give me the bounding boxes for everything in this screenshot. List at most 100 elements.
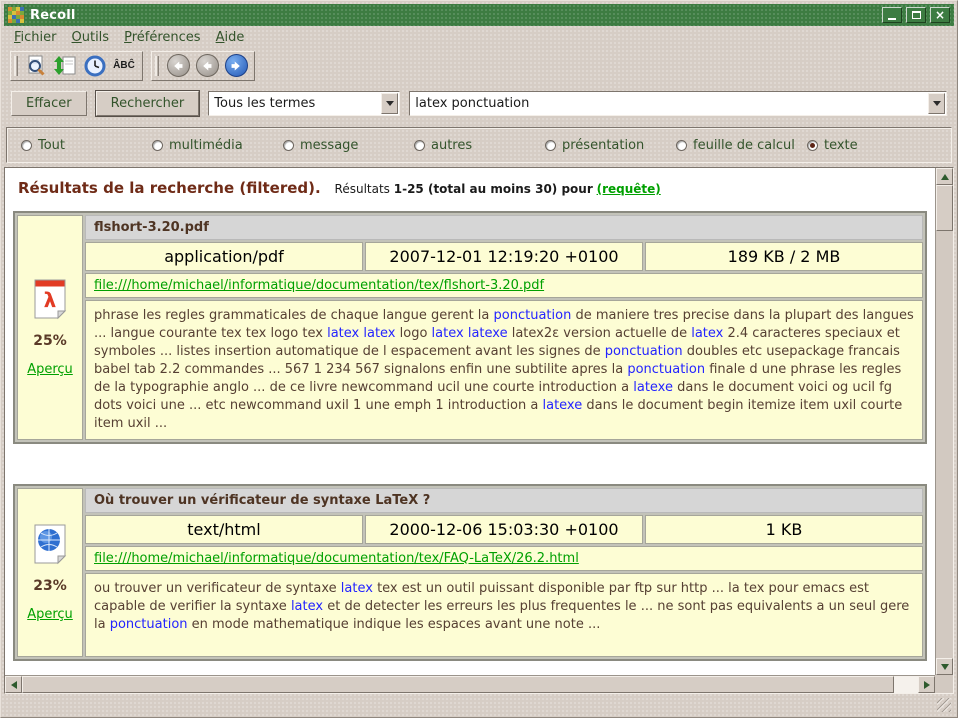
query-input[interactable]: [410, 95, 928, 112]
search-mode-select[interactable]: Tous les termes: [208, 91, 400, 116]
relevance-percent: 25%: [33, 333, 67, 349]
radio-icon: [152, 140, 163, 151]
result-url-row: file:///home/michael/informatique/docume…: [85, 546, 923, 571]
maximize-button[interactable]: [906, 7, 926, 23]
horizontal-scrollbar[interactable]: [5, 675, 935, 693]
result-snippet: phrase les regles grammaticales de chaqu…: [85, 300, 923, 440]
menu-fichier[interactable]: Fichier: [14, 30, 57, 45]
previous-page-button[interactable]: [194, 54, 220, 78]
clear-button[interactable]: Effacer: [11, 91, 87, 116]
title-bar: Recoll ×: [4, 4, 954, 26]
radio-checked-icon: [807, 140, 818, 151]
menu-outils[interactable]: Outils: [72, 30, 110, 45]
search-button[interactable]: Rechercher: [96, 91, 200, 116]
radio-icon: [283, 140, 294, 151]
mime-type-cell: application/pdf: [85, 242, 363, 271]
update-index-button[interactable]: [53, 54, 79, 78]
update-index-icon: [54, 54, 78, 78]
close-icon: ×: [935, 9, 945, 21]
vertical-scrollbar-thumb[interactable]: [936, 185, 953, 231]
filter-texte[interactable]: texte: [807, 138, 858, 153]
filter-autres[interactable]: autres: [414, 138, 545, 153]
resize-grip[interactable]: [937, 698, 951, 712]
date-cell: 2007-12-01 12:19:20 +0100: [365, 242, 643, 271]
maximize-icon: [912, 11, 921, 19]
search-mode-value: Tous les termes: [209, 96, 381, 111]
result-side-panel: 23% Aperçu: [17, 488, 83, 657]
results-list: Résultats de la recherche (filtered). Ré…: [5, 168, 935, 675]
menu-aide[interactable]: Aide: [216, 30, 245, 45]
scroll-up-button[interactable]: [936, 168, 953, 185]
toolbar-group-nav: [151, 51, 255, 81]
query-combo: [409, 91, 947, 116]
document-preview-button[interactable]: [24, 54, 50, 78]
results-title: Résultats de la recherche (filtered).: [18, 179, 321, 197]
search-row: Effacer Rechercher Tous les termes: [4, 86, 954, 120]
radio-icon: [676, 140, 687, 151]
filter-label: autres: [431, 138, 472, 153]
vertical-scrollbar[interactable]: [935, 168, 953, 675]
scroll-left-button[interactable]: [5, 676, 22, 693]
vertical-scrollbar-trough[interactable]: [936, 231, 953, 658]
toolbar-group-tools: ÂBĈ: [10, 51, 143, 81]
scroll-right-button[interactable]: [918, 676, 935, 693]
filter-message[interactable]: message: [283, 138, 414, 153]
first-page-button[interactable]: [165, 54, 191, 78]
filter-label: feuille de calcul: [693, 138, 795, 153]
scrollbar-corner: [935, 675, 953, 693]
history-button[interactable]: [82, 54, 108, 78]
result-title: Où trouver un vérificateur de syntaxe La…: [85, 488, 923, 513]
relevance-percent: 23%: [33, 578, 67, 594]
result-meta-row: application/pdf 2007-12-01 12:19:20 +010…: [85, 242, 923, 271]
date-cell: 2000-12-06 15:03:30 +0100: [365, 515, 643, 544]
result-side-panel: λ 25% Aperçu: [17, 215, 83, 440]
result-meta-row: text/html 2000-12-06 15:03:30 +0100 1 KB: [85, 515, 923, 544]
query-link[interactable]: (requête): [597, 182, 661, 196]
html-file-icon: [32, 523, 68, 565]
horizontal-scrollbar-thumb[interactable]: [22, 676, 894, 693]
document-preview-icon: [25, 54, 49, 78]
term-explorer-button[interactable]: ÂBĈ: [111, 54, 137, 78]
filter-multimedia[interactable]: multimédia: [152, 138, 283, 153]
first-page-icon: [167, 54, 190, 77]
filter-label: texte: [824, 138, 858, 153]
filter-feuille-de-calcul[interactable]: feuille de calcul: [676, 138, 807, 153]
minimize-button[interactable]: [882, 7, 902, 23]
result-url-link[interactable]: file:///home/michael/informatique/docume…: [94, 551, 579, 566]
history-clock-icon: [83, 54, 107, 78]
horizontal-scrollbar-trough[interactable]: [894, 676, 918, 693]
scroll-down-button[interactable]: [936, 658, 953, 675]
term-explorer-icon: ÂBĈ: [113, 60, 135, 71]
result-item: 23% Aperçu Où trouver un vérificateur de…: [13, 484, 927, 661]
next-page-button[interactable]: [223, 54, 249, 78]
query-history-chevron-down-icon[interactable]: [928, 93, 945, 114]
toolbar-handle[interactable]: [14, 56, 18, 76]
result-details: flshort-3.20.pdf application/pdf 2007-12…: [85, 215, 923, 440]
window-title: Recoll: [30, 8, 76, 23]
filter-presentation[interactable]: présentation: [545, 138, 676, 153]
preview-link[interactable]: Aperçu: [27, 362, 73, 377]
window: Recoll × Fichier Outils Préférences Aide: [0, 0, 958, 718]
arrow-down-icon: [941, 664, 949, 670]
arrow-up-icon: [941, 174, 949, 180]
result-url-link[interactable]: file:///home/michael/informatique/docume…: [94, 278, 544, 293]
result-item: λ 25% Aperçu flshort-3.20.pdf applicatio…: [13, 211, 927, 444]
app-icon: [8, 7, 24, 23]
toolbar: ÂBĈ: [4, 49, 954, 82]
filter-label: Tout: [38, 138, 65, 153]
result-snippet: ou trouver un verificateur de syntaxe la…: [85, 573, 923, 657]
size-cell: 189 KB / 2 MB: [645, 242, 923, 271]
toolbar-handle[interactable]: [155, 56, 159, 76]
filter-label: message: [300, 138, 358, 153]
menu-preferences[interactable]: Préférences: [124, 30, 200, 45]
close-button[interactable]: ×: [930, 7, 950, 23]
minimize-icon: [888, 18, 896, 20]
pdf-file-icon: λ: [32, 278, 68, 320]
svg-text:λ: λ: [44, 288, 57, 312]
mime-type-cell: text/html: [85, 515, 363, 544]
next-page-icon: [225, 54, 248, 77]
preview-link[interactable]: Aperçu: [27, 607, 73, 622]
filter-tout[interactable]: Tout: [21, 138, 152, 153]
chevron-down-icon[interactable]: [381, 93, 398, 114]
results-frame: Résultats de la recherche (filtered). Ré…: [4, 167, 954, 694]
